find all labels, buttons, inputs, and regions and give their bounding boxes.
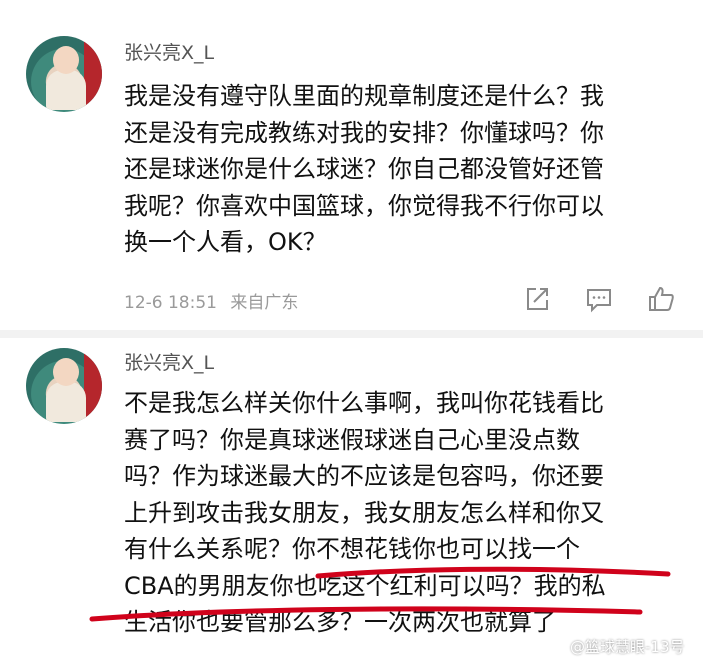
avatar[interactable] — [26, 36, 102, 112]
comment-line: 上升到攻击我女朋友，我女朋友怎么样和你又 — [124, 498, 604, 527]
comment-line: 我是没有遵守队里面的规章制度还是什么？我 — [124, 82, 604, 110]
comment-line: 我呢？你喜欢中国篮球，你觉得我不行你可以 — [124, 191, 604, 220]
comment-text: 我是没有遵守队里面的规章制度还是什么？我 还是没有完成教练对我的安排？你懂球吗？… — [124, 78, 684, 261]
comment-text: 不是我怎么样关你什么事啊，我叫你花钱看比 赛了吗？你是真球迷假球迷自己心里没点数… — [124, 385, 684, 641]
divider — [0, 330, 703, 338]
avatar-background — [84, 348, 102, 424]
comment-card: 张兴亮X_L 不是我怎么样关你什么事啊，我叫你花钱看比 赛了吗？你是真球迷假球迷… — [0, 338, 703, 666]
comment-location: 来自广东 — [230, 293, 299, 313]
comment-line: 吗？作为球迷最大的不应该是包容吗，你还要 — [124, 462, 604, 490]
watermark: @篮球慧眼-13号 — [570, 638, 685, 656]
avatar-background — [84, 36, 102, 112]
avatar-figure-face — [53, 358, 79, 386]
username[interactable]: 张兴亮X_L — [124, 348, 214, 375]
thumbs-up-icon[interactable] — [646, 284, 676, 314]
avatar-figure-face — [53, 46, 79, 74]
comment-actions — [520, 284, 680, 314]
comment-line: 还是没有完成教练对我的安排？你懂球吗？你 — [124, 118, 604, 147]
comment-icon[interactable] — [584, 284, 614, 314]
comment-line: 不是我怎么样关你什么事啊，我叫你花钱看比 — [124, 389, 604, 417]
avatar-figure-body — [46, 70, 86, 110]
comment-meta: 12-6 18:51 来自广东 — [124, 288, 298, 313]
username[interactable]: 张兴亮X_L — [124, 38, 214, 65]
comment-date: 12-6 18:51 — [124, 293, 217, 313]
comment-line: CBA的男朋友你也吃这个红利可以吗？我的私 — [124, 571, 606, 600]
share-icon[interactable] — [522, 284, 552, 314]
comment-card: 张兴亮X_L 我是没有遵守队里面的规章制度还是什么？我 还是没有完成教练对我的安… — [0, 0, 703, 330]
comment-line: 赛了吗？你是真球迷假球迷自己心里没点数 — [124, 425, 580, 454]
avatar-figure-body — [46, 382, 86, 422]
comment-line: 换一个人看，OK？ — [124, 228, 327, 256]
avatar[interactable] — [26, 348, 102, 424]
comment-line: 有什么关系呢？你不想花钱你也可以找一个 — [124, 535, 580, 563]
comment-line: 还是球迷你是什么球迷？你自己都没管好还管 — [124, 155, 604, 183]
